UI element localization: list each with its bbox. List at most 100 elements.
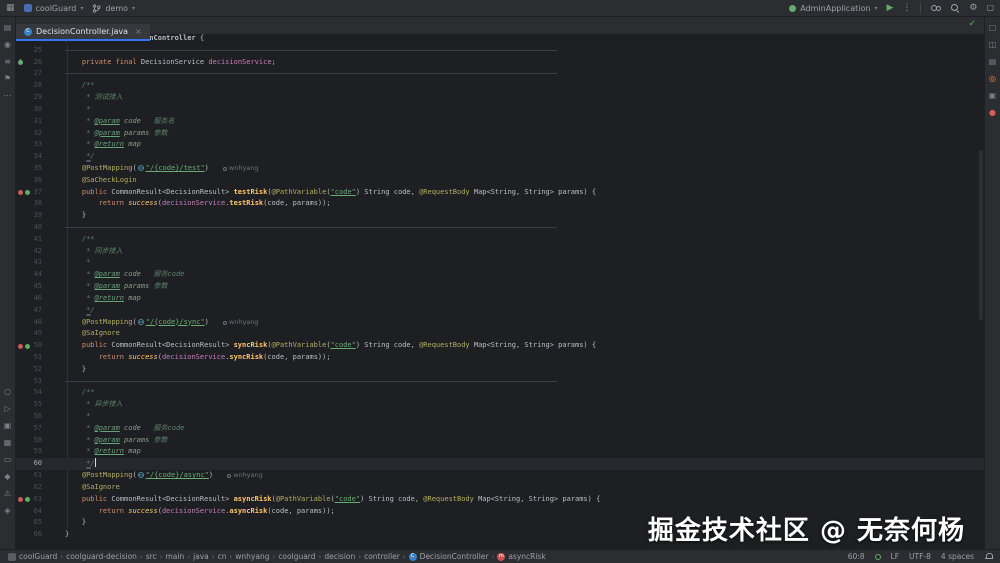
indent-widget[interactable]: 4 spaces: [941, 552, 974, 561]
api2-gutter-icon[interactable]: [25, 190, 30, 196]
bookmarks-icon[interactable]: ⚑: [0, 72, 16, 86]
breadcrumb-item[interactable]: src: [146, 552, 157, 561]
code-line[interactable]: 54 /**: [16, 387, 984, 399]
code-line[interactable]: 33 * @return map: [16, 139, 984, 151]
code-line[interactable]: 29 * 测试接入: [16, 92, 984, 104]
more-tool-windows-icon[interactable]: ⋯: [0, 89, 16, 103]
settings-gear-icon[interactable]: ⚙: [969, 3, 977, 13]
code-line[interactable]: 24public class DecisionController {: [16, 34, 984, 45]
code-line[interactable]: 28 /**: [16, 80, 984, 92]
find-icon[interactable]: ○: [0, 385, 16, 399]
line-number[interactable]: 66: [16, 529, 42, 541]
code-line[interactable]: 26 private final DecisionService decisio…: [16, 57, 984, 69]
line-number[interactable]: 52: [16, 364, 42, 376]
api-gutter-icon[interactable]: [18, 343, 23, 349]
maven-icon[interactable]: ◫: [985, 38, 1000, 52]
breadcrumb-item[interactable]: coolguard-decision: [66, 552, 137, 561]
gradle-icon[interactable]: ▣: [985, 89, 1000, 103]
line-number[interactable]: 45: [16, 281, 42, 293]
caret-position-widget[interactable]: 60:8: [848, 552, 865, 561]
line-number[interactable]: 54: [16, 387, 42, 399]
endpoints-icon[interactable]: ◎: [985, 72, 1000, 86]
line-number[interactable]: 42: [16, 246, 42, 258]
commit-icon[interactable]: ◉: [0, 38, 16, 52]
api2-gutter-icon[interactable]: [25, 497, 30, 503]
close-icon[interactable]: ×: [135, 27, 142, 36]
line-number[interactable]: 56: [16, 411, 42, 423]
line-number[interactable]: 39: [16, 210, 42, 222]
line-number[interactable]: 62: [16, 482, 42, 494]
line-number[interactable]: 38: [16, 198, 42, 210]
line-number[interactable]: 40: [16, 222, 42, 234]
author-inlay-hint[interactable]: wnhyang: [222, 318, 259, 326]
tab-decisioncontroller[interactable]: C DecisionController.java ×: [16, 24, 150, 41]
line-number[interactable]: 49: [16, 328, 42, 340]
code-line[interactable]: 35 @PostMapping("/{code}/test") wnhyang: [16, 159, 984, 175]
line-number[interactable]: 35: [16, 163, 42, 175]
code-line[interactable]: 36 @SaCheckLogin: [16, 175, 984, 187]
terminal-icon[interactable]: ▭: [0, 453, 16, 467]
url-inlay-icon[interactable]: [137, 164, 144, 171]
code-line[interactable]: 57 * @param code 服务code: [16, 423, 984, 435]
notifications-icon[interactable]: ▢: [985, 21, 1000, 35]
git-icon[interactable]: ◆: [0, 470, 16, 484]
line-number[interactable]: 59: [16, 446, 42, 458]
inspections-ok-icon[interactable]: ✓: [968, 19, 976, 29]
line-number[interactable]: 53: [16, 376, 42, 388]
line-number[interactable]: 41: [16, 234, 42, 246]
api2-gutter-icon[interactable]: [25, 343, 30, 349]
line-number[interactable]: 34: [16, 151, 42, 163]
author-inlay-hint[interactable]: wnhyang: [227, 471, 263, 479]
breadcrumb-item[interactable]: m asyncRisk: [497, 552, 546, 561]
line-number[interactable]: 51: [16, 352, 42, 364]
api-gutter-icon[interactable]: [18, 497, 23, 503]
line-number[interactable]: 27: [16, 68, 42, 80]
url-inlay-icon[interactable]: [137, 472, 144, 479]
breadcrumb-item[interactable]: coolguard: [278, 552, 315, 561]
ai-assistant-icon[interactable]: ●: [985, 106, 1000, 120]
line-number[interactable]: 31: [16, 116, 42, 128]
line-number[interactable]: 65: [16, 517, 42, 529]
line-number[interactable]: 25: [16, 45, 42, 57]
code-line[interactable]: 27: [16, 68, 984, 80]
code-with-me-icon[interactable]: [930, 3, 942, 13]
line-number[interactable]: 60: [16, 458, 42, 470]
code-line[interactable]: 41 /**: [16, 234, 984, 246]
breadcrumb-item[interactable]: C DecisionController: [408, 552, 489, 561]
services-icon[interactable]: ▦: [0, 436, 16, 450]
code-line[interactable]: 60 */: [16, 458, 984, 471]
code-line[interactable]: 59 * @return map: [16, 446, 984, 458]
line-number[interactable]: 36: [16, 175, 42, 187]
breadcrumb-item[interactable]: main: [166, 552, 185, 561]
code-line[interactable]: 50 public CommonResult<DecisionResult> s…: [16, 340, 984, 352]
code-line[interactable]: 30 *: [16, 104, 984, 116]
code-line[interactable]: 56 *: [16, 411, 984, 423]
code-line[interactable]: 44 * @param code 服务code: [16, 269, 984, 281]
code-editor[interactable]: 24public class DecisionController {2526 …: [16, 34, 984, 549]
layout-icon[interactable]: ▢: [986, 4, 994, 12]
url-inlay-icon[interactable]: [137, 318, 144, 325]
code-line[interactable]: 25: [16, 45, 984, 57]
code-line[interactable]: 46 * @return map: [16, 293, 984, 305]
code-line[interactable]: 34 */: [16, 151, 984, 163]
debug-icon[interactable]: ▣: [0, 419, 16, 433]
line-number[interactable]: 32: [16, 128, 42, 140]
line-number[interactable]: 44: [16, 269, 42, 281]
breadcrumb-item[interactable]: controller: [364, 552, 400, 561]
run-icon[interactable]: ▷: [0, 402, 16, 416]
line-number[interactable]: 43: [16, 257, 42, 269]
code-line[interactable]: 49 @SaIgnore: [16, 328, 984, 340]
breadcrumb-item[interactable]: cn: [218, 552, 227, 561]
code-line[interactable]: 52 }: [16, 364, 984, 376]
code-line[interactable]: 45 * @param params 参数: [16, 281, 984, 293]
code-line[interactable]: 63 public CommonResult<DecisionResult> a…: [16, 494, 984, 506]
database-icon[interactable]: ▤: [985, 55, 1000, 69]
code-line[interactable]: 32 * @param params 参数: [16, 128, 984, 140]
todo-icon[interactable]: ◈: [0, 504, 16, 518]
bean-gutter-icon[interactable]: [16, 59, 25, 67]
line-number[interactable]: 55: [16, 399, 42, 411]
line-number[interactable]: 30: [16, 104, 42, 116]
line-number[interactable]: 47: [16, 305, 42, 317]
api-gutter-icon[interactable]: [18, 190, 23, 196]
line-number[interactable]: 61: [16, 470, 42, 482]
